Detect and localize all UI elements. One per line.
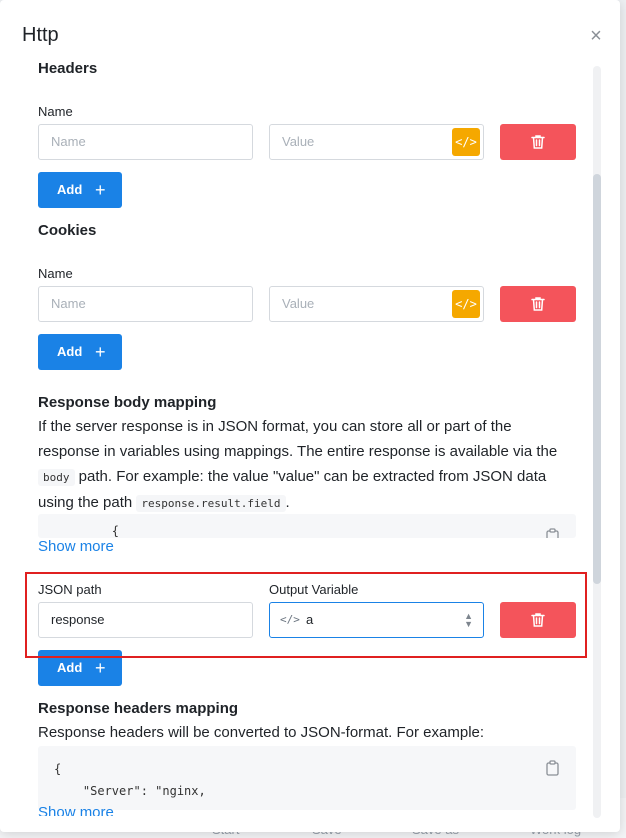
close-icon[interactable]: × bbox=[586, 26, 606, 46]
header-value-placeholder: Value bbox=[282, 134, 315, 149]
scrollbar-thumb[interactable] bbox=[593, 174, 601, 584]
json-path-label: JSON path bbox=[38, 582, 102, 597]
plus-icon: + bbox=[95, 180, 106, 200]
add-mapping-button[interactable]: Add + bbox=[38, 650, 122, 686]
http-dialog: Http × Headers Name Name Value </> Add + … bbox=[0, 0, 620, 832]
code-body: body bbox=[38, 469, 75, 486]
body-mapping-description: If the server response is in JSON format… bbox=[38, 414, 576, 516]
dialog-title: Http bbox=[22, 24, 59, 46]
header-name-input[interactable]: Name bbox=[38, 124, 253, 160]
code-path: response.result.field bbox=[136, 495, 286, 512]
plus-icon: + bbox=[95, 658, 106, 678]
body-show-more-link[interactable]: Show more bbox=[38, 538, 114, 555]
delete-mapping-button[interactable] bbox=[500, 602, 576, 638]
cookies-title: Cookies bbox=[38, 222, 97, 239]
delete-cookie-button[interactable] bbox=[500, 286, 576, 322]
output-variable-select[interactable]: </> a ▲ ▼ bbox=[269, 602, 484, 638]
chevron-up-down-icon: ▲ ▼ bbox=[464, 611, 473, 629]
add-header-button[interactable]: Add + bbox=[38, 172, 122, 208]
headers-mapping-title: Response headers mapping bbox=[38, 700, 239, 717]
headers-name-label: Name bbox=[38, 104, 73, 119]
dialog-body[interactable]: Headers Name Name Value </> Add + Cookies… bbox=[0, 56, 620, 816]
cookies-name-label: Name bbox=[38, 266, 73, 281]
headers-show-more-link[interactable]: Show more bbox=[38, 804, 114, 816]
headers-title: Headers bbox=[38, 60, 98, 77]
output-variable-value: a bbox=[306, 612, 314, 627]
cookie-name-input[interactable]: Name bbox=[38, 286, 253, 322]
json-path-input[interactable]: response bbox=[38, 602, 253, 638]
code-icon[interactable]: </> bbox=[452, 128, 480, 156]
header-value-input[interactable]: Value </> bbox=[269, 124, 484, 160]
add-header-label: Add bbox=[57, 182, 83, 197]
code-icon[interactable]: </> bbox=[452, 290, 480, 318]
trash-icon bbox=[531, 135, 545, 149]
cookie-value-placeholder: Value bbox=[282, 296, 315, 311]
description-text-1: If the server response is in JSON format… bbox=[38, 418, 558, 460]
plus-icon: + bbox=[95, 342, 106, 362]
headers-code-line-2: "Server": "nginx, bbox=[54, 784, 206, 798]
trash-icon bbox=[531, 613, 545, 627]
copy-icon[interactable] bbox=[546, 528, 560, 538]
cookie-value-input[interactable]: Value </> bbox=[269, 286, 484, 322]
add-mapping-label: Add bbox=[57, 660, 83, 675]
output-variable-label: Output Variable bbox=[269, 582, 359, 597]
add-cookie-label: Add bbox=[57, 344, 83, 359]
headers-mapping-description: Response headers will be converted to JS… bbox=[38, 724, 485, 741]
description-text-2: path. For example: the value "value" can… bbox=[38, 468, 547, 511]
code-icon: </> bbox=[280, 613, 300, 626]
body-code-line: { bbox=[54, 524, 120, 538]
body-mapping-title: Response body mapping bbox=[38, 394, 217, 411]
delete-header-button[interactable] bbox=[500, 124, 576, 160]
headers-code-block: { "Server": "nginx, bbox=[38, 746, 576, 810]
trash-icon bbox=[531, 297, 545, 311]
headers-code-line-1: { bbox=[54, 762, 62, 776]
scrollbar[interactable] bbox=[593, 66, 601, 818]
copy-icon[interactable] bbox=[546, 760, 560, 776]
description-text-3: . bbox=[285, 494, 290, 511]
add-cookie-button[interactable]: Add + bbox=[38, 334, 122, 370]
body-code-preview: { bbox=[38, 514, 576, 538]
